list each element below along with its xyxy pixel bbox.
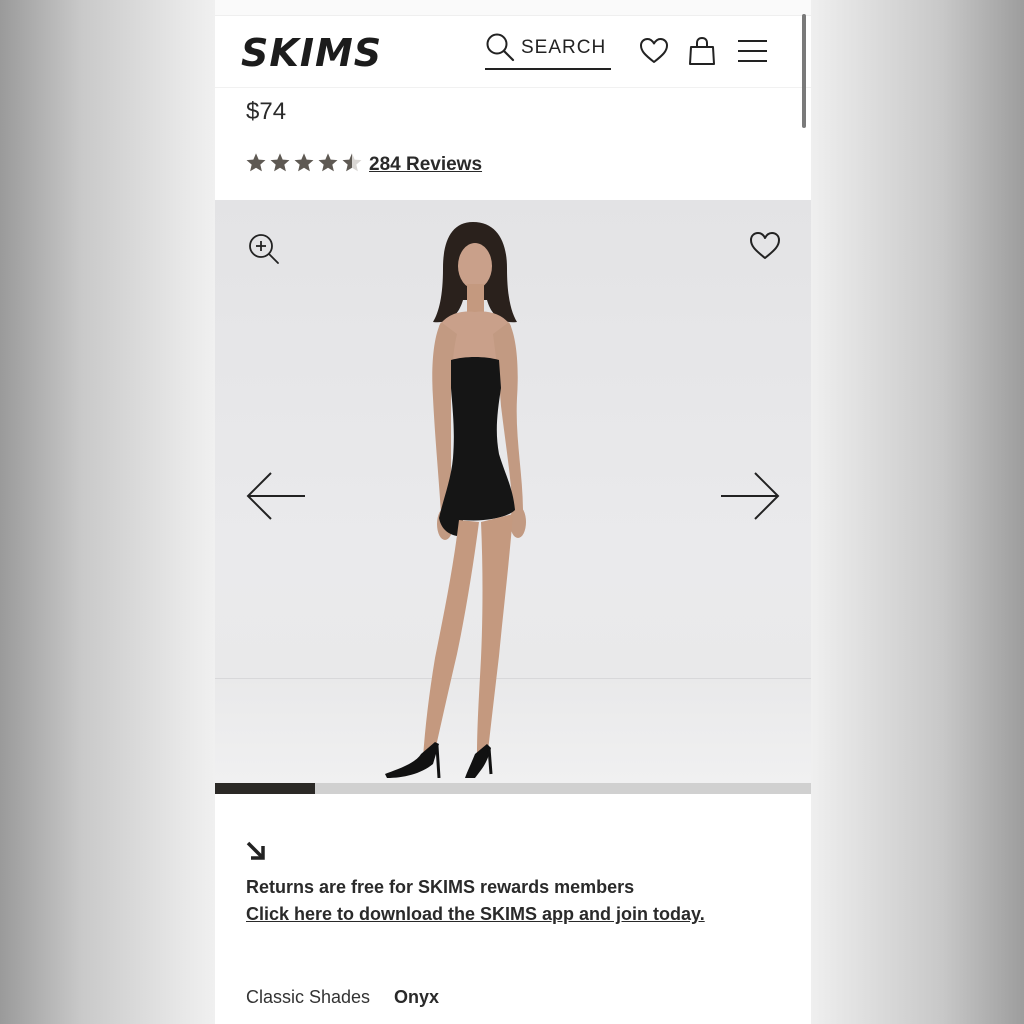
svg-text:SKIMS: SKIMS [241,31,382,74]
download-app-link[interactable]: Click here to download the SKIMS app and… [246,904,705,925]
star-full-icon [294,153,314,172]
shade-label: Classic Shades [246,987,371,1007]
search-icon [486,33,515,62]
product-model-image [385,222,526,778]
star-rating [245,152,365,176]
returns-promo-text: Returns are free for SKIMS rewards membe… [246,877,635,897]
shade-value: Onyx [394,987,440,1007]
star-full-icon [246,153,266,172]
menu-icon[interactable] [737,36,767,66]
zoom-in-icon[interactable] [247,232,281,266]
star-full-icon [270,153,290,172]
status-strip [215,0,811,16]
star-half-icon [342,153,362,172]
heart-icon[interactable] [639,36,669,66]
site-header: SKIMS SEARCH [215,16,811,88]
search-bar[interactable]: SEARCH [485,30,611,70]
heart-icon[interactable] [749,230,781,262]
arrow-down-right-icon [246,841,265,860]
search-label: SEARCH [521,37,607,58]
product-gallery[interactable] [215,200,811,783]
scrollbar[interactable] [802,14,806,128]
skims-logo[interactable]: SKIMS [239,28,389,74]
phone-screen: SKIMS SEARCH $74 284 Reviews Returns are… [215,0,811,1024]
gallery-progress-bar [215,783,811,794]
reviews-link[interactable]: 284 Reviews [369,154,482,176]
arrow-right-icon[interactable] [719,470,781,522]
arrow-left-icon[interactable] [245,470,307,522]
shopping-bag-icon[interactable] [687,36,717,66]
gallery-progress-fill [215,783,315,794]
star-full-icon [318,153,338,172]
product-price: $74 [246,98,287,125]
